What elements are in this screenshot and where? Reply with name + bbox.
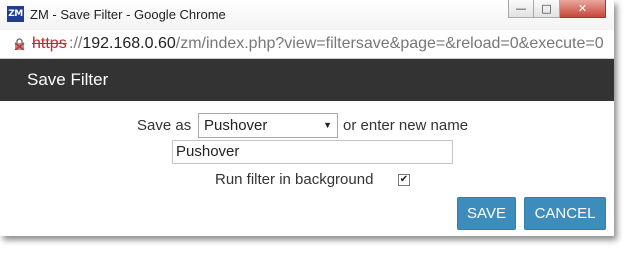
dialog-title: Save Filter [27,70,109,89]
background-checkbox[interactable]: ✔ [398,174,410,186]
zm-app-icon: ZM [7,6,24,22]
save-button[interactable]: SAVE [457,197,516,230]
background-label: Run filter in background [215,171,374,188]
dialog-content: Save as Pushover ▼ or enter new name Pus… [0,101,614,236]
url-path: /zm/index.php?view=filtersave&page=&relo… [175,35,604,52]
url-host: 192.168.0.60 [82,35,176,52]
maximize-button[interactable]: □ [534,0,560,18]
window-controls: — □ ✕ [508,0,606,20]
filter-select[interactable]: Pushover ▼ [198,113,338,138]
cancel-button[interactable]: CANCEL [524,197,606,230]
new-name-label: or enter new name [343,117,469,134]
minimize-button[interactable]: — [508,0,534,18]
window-title: ZM - Save Filter - Google Chrome [30,7,226,22]
filter-select-value: Pushover [204,117,268,134]
chevron-down-icon: ▼ [323,120,332,130]
new-name-input[interactable]: Pushover [172,140,453,164]
address-bar[interactable]: https ://192.168.0.60/zm/index.php?view=… [0,30,614,59]
close-button[interactable]: ✕ [560,0,606,18]
save-as-label: Save as [137,117,192,134]
dialog-header: Save Filter [0,59,614,101]
url-separator: :// [69,35,83,52]
url-scheme: https [32,35,67,52]
url-text[interactable]: ://192.168.0.60/zm/index.php?view=filter… [69,30,604,58]
browser-window: ZM ZM - Save Filter - Google Chrome — □ … [0,0,614,236]
insecure-lock-icon [14,38,25,50]
title-bar: ZM ZM - Save Filter - Google Chrome — □ … [0,0,614,31]
